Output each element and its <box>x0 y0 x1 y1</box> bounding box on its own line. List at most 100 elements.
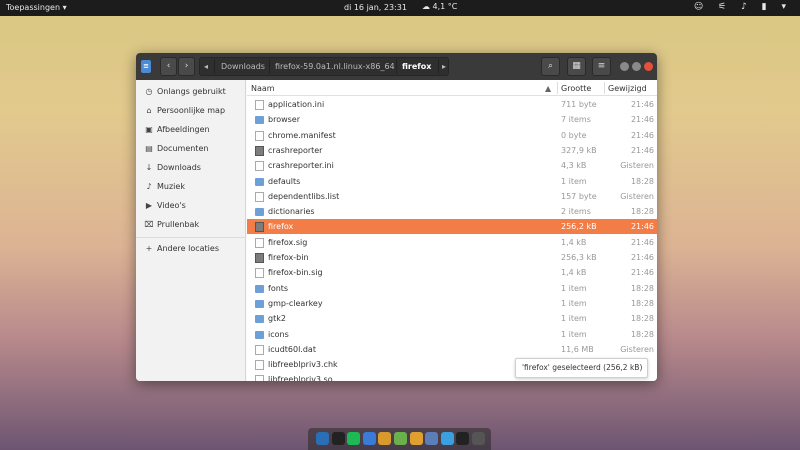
table-row[interactable]: firefox-bin 256,3 kB 21:46 <box>247 250 657 265</box>
sort-ascending-icon[interactable]: ▲ <box>545 84 551 93</box>
sidebar-item-home[interactable]: ⌂ Persoonlijke map <box>136 103 246 119</box>
file-modified: 21:46 <box>630 130 654 140</box>
file-name: chrome.manifest <box>268 130 336 140</box>
sidebar-item-music[interactable]: ♪ Muziek <box>136 179 246 195</box>
breadcrumb-firefox[interactable]: firefox <box>402 58 431 75</box>
bird-icon[interactable] <box>316 432 329 445</box>
terminal-icon[interactable] <box>456 432 470 445</box>
file-modified: 21:46 <box>630 115 654 125</box>
sidebar-item-videos[interactable]: ▶ Video's <box>136 198 246 214</box>
forward-button[interactable]: › <box>178 57 195 76</box>
image-icon[interactable] <box>409 432 423 445</box>
file-modified: Gisteren <box>620 161 654 171</box>
table-row[interactable]: application.ini 711 byte 21:46 <box>247 97 657 112</box>
file-size: 327,9 kB <box>561 145 597 155</box>
video-icon: ▶ <box>145 201 153 210</box>
plus-icon: + <box>145 244 153 253</box>
header-bar: ≡ ‹ › ◂ Downloads firefox-59.0a1.nl.linu… <box>136 53 657 80</box>
calculator-icon[interactable] <box>425 432 439 445</box>
table-row[interactable]: fonts 1 item 18:28 <box>247 281 657 296</box>
file-modified: Gisteren <box>620 191 654 201</box>
table-row[interactable]: browser 7 items 21:46 <box>247 112 657 127</box>
table-row[interactable]: defaults 1 item 18:28 <box>247 174 657 189</box>
system-tray[interactable]: ☺ ⚟ ♪ ▮ ▾ <box>694 2 792 12</box>
file-name: crashreporter.ini <box>268 161 334 171</box>
column-name[interactable]: Naam <box>251 84 275 93</box>
table-row[interactable]: chrome.manifest 0 byte 21:46 <box>247 128 657 143</box>
file-name: browser <box>268 115 301 125</box>
dock <box>308 428 491 450</box>
table-row[interactable]: crashreporter.ini 4,3 kB Gisteren <box>247 158 657 173</box>
folder-icon <box>255 330 264 339</box>
sidebar-item-label: Downloads <box>157 163 201 172</box>
close-button[interactable] <box>644 62 653 71</box>
document-icon: ▤ <box>145 144 153 153</box>
file-size: 4,3 kB <box>561 161 587 171</box>
file-modified: 18:28 <box>630 329 654 339</box>
maximize-button[interactable] <box>632 62 641 71</box>
spotify-icon[interactable] <box>347 432 361 445</box>
sidebar-item-trash[interactable]: ⌧ Prullenbak <box>136 217 246 233</box>
menu-button[interactable]: ≡ <box>592 57 611 76</box>
table-row[interactable]: gmp-clearkey 1 item 18:28 <box>247 296 657 311</box>
breadcrumb-downloads[interactable]: Downloads <box>221 58 265 75</box>
hamburger-icon: ≡ <box>597 61 606 71</box>
file-manager-window: ≡ ‹ › ◂ Downloads firefox-59.0a1.nl.linu… <box>136 53 657 381</box>
puzzle-icon[interactable] <box>378 432 392 445</box>
table-row[interactable]: firefox-bin.sig 1,4 kB 21:46 <box>247 265 657 280</box>
camera-icon: ▣ <box>145 125 153 134</box>
breadcrumb-firefox-archive[interactable]: firefox-59.0a1.nl.linux-x86_64 <box>275 58 395 75</box>
file-modified: 21:46 <box>630 268 654 278</box>
clock[interactable]: di 16 jan, 23:31 <box>344 3 407 12</box>
camera-icon[interactable] <box>472 432 485 445</box>
sidebar-item-label: Afbeeldingen <box>157 125 210 134</box>
file-size: 0 byte <box>561 130 587 140</box>
table-row[interactable]: dependentlibs.list 157 byte Gisteren <box>247 189 657 204</box>
file-modified: 21:46 <box>630 253 654 262</box>
file-name: firefox <box>268 222 294 232</box>
sidebar-item-pictures[interactable]: ▣ Afbeeldingen <box>136 122 246 138</box>
file-size: 1,4 kB <box>561 268 587 278</box>
sidebar-item-other-locations[interactable]: + Andere locaties <box>136 241 246 257</box>
view-toggle-button[interactable]: ▦ <box>567 57 586 76</box>
breadcrumb-scroll-left[interactable]: ◂ <box>204 58 208 75</box>
sidebar-item-label: Muziek <box>157 182 185 191</box>
table-row[interactable]: crashreporter 327,9 kB 21:46 <box>247 143 657 158</box>
folder-icon <box>255 208 264 217</box>
minimize-button[interactable] <box>620 62 629 71</box>
file-icon <box>255 161 264 172</box>
table-row[interactable]: firefox.sig 1,4 kB 21:46 <box>247 235 657 250</box>
file-modified: 21:46 <box>630 145 654 155</box>
download-icon: ↓ <box>145 163 153 172</box>
search-button[interactable]: ⌕ <box>541 57 560 76</box>
file-size: 256,3 kB <box>561 253 597 262</box>
sidebar-item-documents[interactable]: ▤ Documenten <box>136 141 246 157</box>
table-row[interactable]: icons 1 item 18:28 <box>247 327 657 342</box>
file-icon <box>255 100 264 110</box>
file-name: crashreporter <box>268 145 323 155</box>
sidebar-item-recent[interactable]: ◷ Onlangs gebruikt <box>136 84 246 100</box>
breadcrumb-scroll-right[interactable]: ▸ <box>442 58 446 75</box>
file-size: 1 item <box>561 329 587 339</box>
qbittorrent-icon[interactable] <box>362 432 376 445</box>
applications-menu[interactable]: Toepassingen ▾ <box>6 3 67 12</box>
file-size: 1 item <box>561 314 587 324</box>
folder-icon <box>255 116 264 125</box>
weather-indicator[interactable]: ☁ 4,1 °C <box>422 2 457 11</box>
download-manager-icon[interactable] <box>440 432 454 445</box>
rss-icon[interactable] <box>394 432 407 445</box>
file-size: 711 byte <box>561 100 597 109</box>
column-size[interactable]: Grootte <box>561 84 591 93</box>
column-modified[interactable]: Gewijzigd <box>608 84 647 93</box>
table-row[interactable]: gtk2 1 item 18:28 <box>247 311 657 326</box>
home-icon: ⌂ <box>146 106 152 115</box>
table-row[interactable]: dictionaries 2 items 18:28 <box>247 204 657 219</box>
executable-icon <box>255 145 264 156</box>
table-row[interactable]: firefox 256,2 kB 21:46 <box>247 219 657 235</box>
file-name: libfreeblpriv3.so <box>268 375 333 381</box>
sidebar-item-downloads[interactable]: ↓ Downloads <box>136 160 246 176</box>
steam-icon[interactable] <box>331 432 345 445</box>
table-row[interactable]: icudt60l.dat 11,6 MB Gisteren <box>247 342 657 357</box>
back-button[interactable]: ‹ <box>160 57 177 76</box>
app-icon: ≡ <box>141 60 151 73</box>
